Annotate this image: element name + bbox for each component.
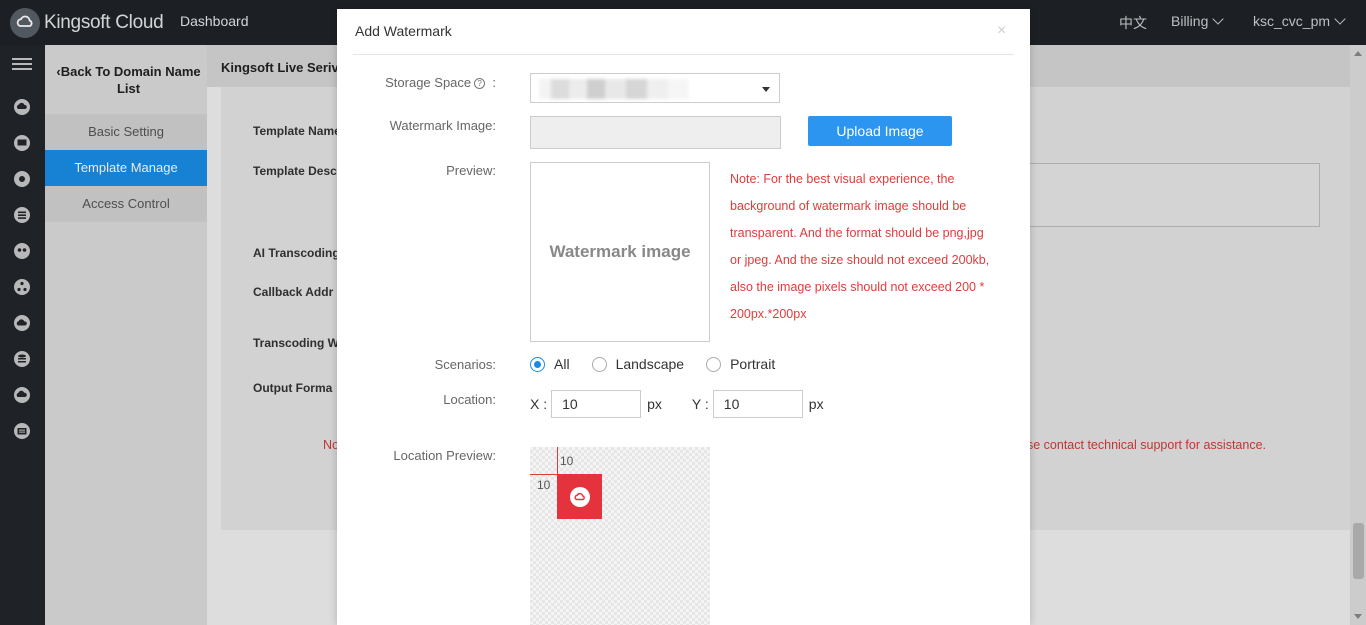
redacted-storage-value (539, 79, 689, 99)
storage-space-select[interactable] (530, 73, 780, 103)
location-preview-label: Location Preview: (393, 448, 496, 463)
location-label: Location: (443, 392, 496, 407)
watermark-image-path-field[interactable] (530, 116, 781, 149)
storage-space-label: Storage Space? : (337, 75, 496, 90)
offset-guide-horizontal (530, 474, 557, 475)
scenario-all-label: All (554, 356, 570, 372)
storage-space-label-colon: : (492, 75, 496, 90)
scenario-landscape-radio[interactable]: Landscape (591, 356, 685, 372)
watermark-position-marker (557, 474, 602, 519)
x-label: X : (530, 396, 548, 412)
offset-guide-vertical (557, 447, 558, 474)
scenario-portrait-radio[interactable]: Portrait (706, 356, 775, 372)
location-preview-canvas: 10 10 (530, 447, 710, 625)
storage-space-label-text: Storage Space (385, 75, 472, 90)
caret-down-icon (762, 87, 770, 92)
scenarios-radio-group: All Landscape Portrait (530, 356, 797, 372)
location-y-input[interactable] (712, 390, 803, 418)
scenario-all-radio[interactable]: All (530, 356, 570, 372)
preview-placeholder-text: Watermark image (549, 242, 691, 261)
help-question-icon[interactable]: ? (474, 78, 486, 89)
offset-x-value: 10 (560, 454, 574, 468)
radio-unchecked-icon (706, 356, 722, 372)
location-x-input[interactable] (551, 390, 642, 418)
location-inputs: X : px Y : px (530, 390, 824, 418)
upload-image-button[interactable]: Upload Image (808, 116, 952, 146)
y-unit: px (808, 396, 824, 412)
cloud-logo-icon (569, 486, 590, 507)
scenario-portrait-label: Portrait (730, 356, 776, 372)
y-label: Y : (691, 396, 709, 412)
scenario-landscape-label: Landscape (615, 356, 685, 372)
offset-y-value: 10 (537, 478, 551, 492)
x-unit: px (647, 396, 662, 412)
radio-checked-icon (530, 356, 545, 372)
dialog-title: Add Watermark (355, 23, 452, 39)
watermark-preview-box: Watermark image (530, 162, 710, 342)
watermark-image-label: Watermark Image: (389, 118, 496, 133)
upload-note: Note: For the best visual experience, th… (730, 172, 990, 321)
radio-unchecked-icon (591, 356, 607, 372)
scenarios-label: Scenarios: (434, 357, 496, 372)
preview-label: Preview: (446, 163, 496, 178)
dialog-divider (353, 54, 1014, 55)
close-icon[interactable]: × (997, 22, 1006, 40)
add-watermark-dialog: Add Watermark × Storage Space? : Waterma… (337, 9, 1030, 625)
